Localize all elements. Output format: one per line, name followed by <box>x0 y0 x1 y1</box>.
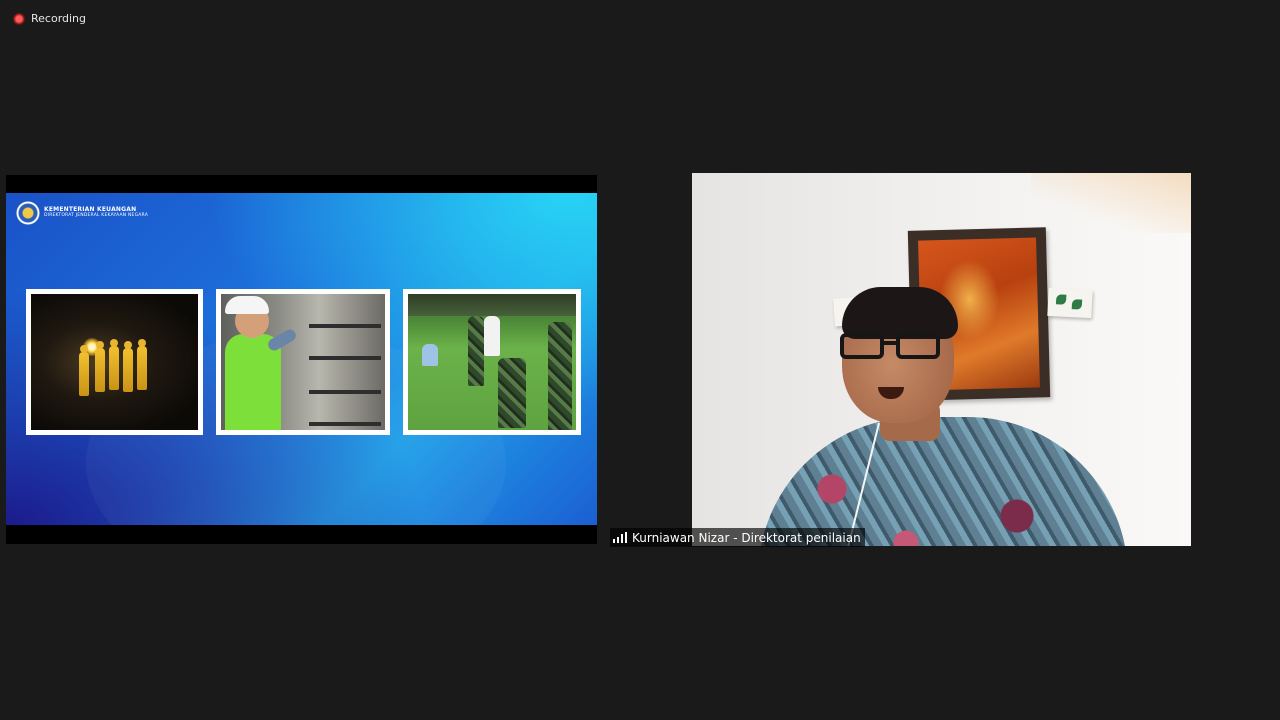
wall-card-right <box>1047 287 1093 319</box>
shared-screen[interactable]: KEMENTERIAN KEUANGAN DIREKTORAT JENDERAL… <box>6 175 597 544</box>
signal-strength-icon <box>613 532 627 543</box>
participant-name-tag: Kurniawan Nizar - Direktorat penilaian <box>610 528 865 547</box>
ministry-emblem-icon <box>16 201 40 225</box>
technician-photo <box>216 289 390 435</box>
mine-workers-photo <box>26 289 203 435</box>
participant-shirt <box>758 417 1128 546</box>
ministry-logo: KEMENTERIAN KEUANGAN DIREKTORAT JENDERAL… <box>16 201 148 225</box>
logo-line-2: DIREKTORAT JENDERAL KEKAYAAN NEGARA <box>44 212 148 218</box>
recording-dot-icon <box>13 12 25 25</box>
field-inspection-photo <box>403 289 581 435</box>
recording-label: Recording <box>31 12 87 25</box>
participant-video[interactable] <box>692 173 1191 546</box>
participant-name: Kurniawan Nizar - Direktorat penilaian <box>632 530 861 545</box>
recording-indicator[interactable]: Recording <box>13 12 86 25</box>
presentation-slide: KEMENTERIAN KEUANGAN DIREKTORAT JENDERAL… <box>6 193 597 525</box>
glasses <box>840 333 946 363</box>
